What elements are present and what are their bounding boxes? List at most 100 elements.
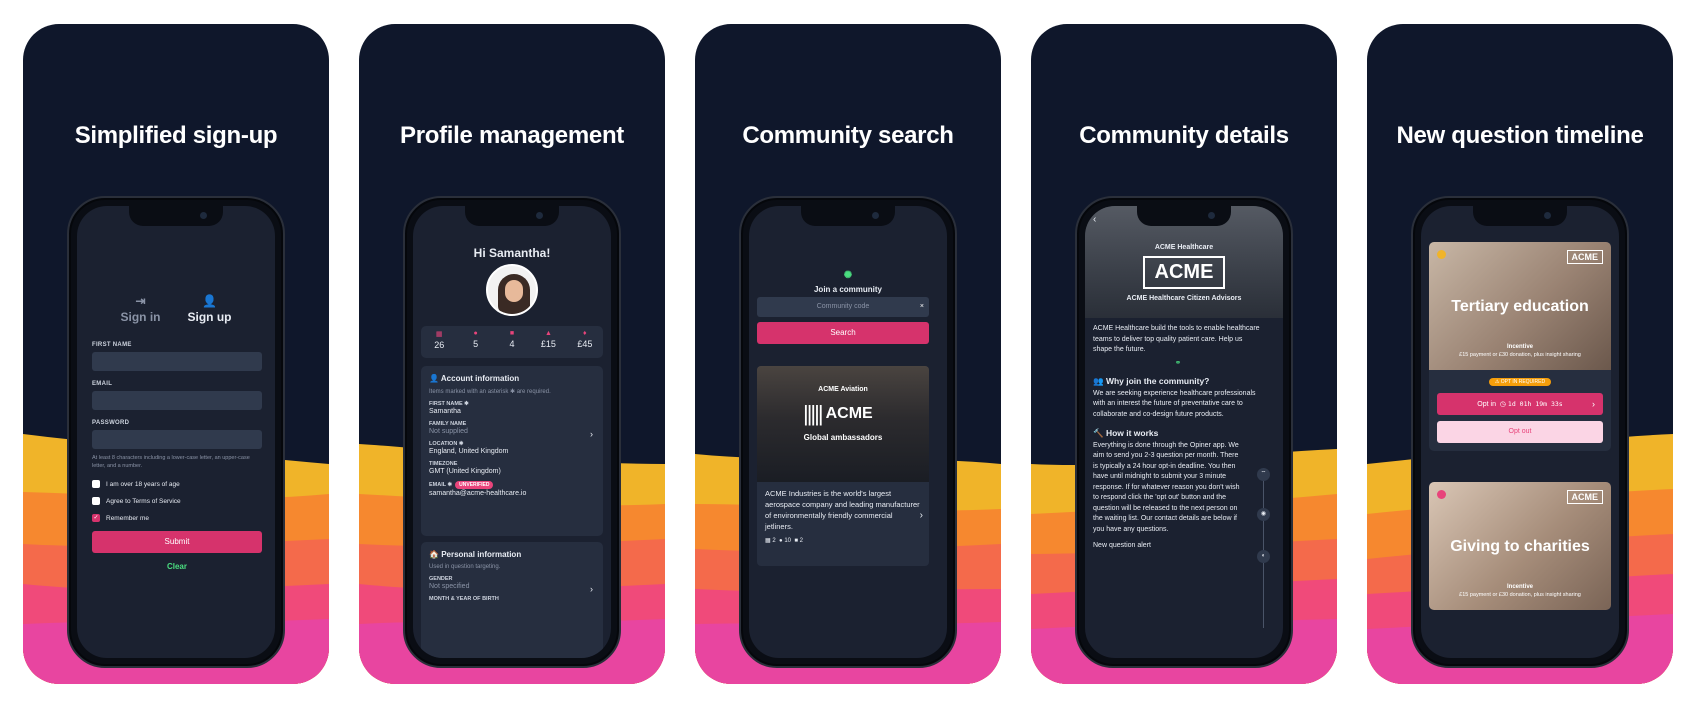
community-card[interactable]: ACME Aviation ||||| ACME Global ambassad… [757,366,929,566]
phone-frame: ✺ Join a community Community code × Search… [739,196,957,668]
panel-title: New question timeline [1396,122,1644,149]
question-card-image: ACME Tertiary education Incentive £15 pa… [1429,242,1611,370]
incentive-label: Incentive [1506,584,1533,590]
back-icon[interactable]: ‹ [1093,214,1096,225]
phone-notch [801,206,895,226]
avatar[interactable] [486,264,538,316]
question-card-image: ACME Giving to charities Incentive £15 p… [1429,482,1611,610]
link-icon[interactable]: ⚭ [1093,358,1263,369]
chevron-right-icon: › [919,510,923,521]
join-community-heading: ✺ Join a community [749,270,947,294]
panel-title: Profile management [400,122,624,149]
phone-notch [129,206,223,226]
status-dot [1437,490,1446,499]
phone-frame: ⇥ Sign in 👤 Sign up FIRST NAME EMAIL PAS… [67,196,285,668]
chevron-right-icon: › [590,429,593,439]
password-field[interactable] [92,430,262,449]
handshake-icon: ✺ [843,270,853,281]
birth-item: MONTH & YEAR OF BIRTH [429,596,499,602]
terms-checkbox-row[interactable]: Agree to Terms of Service [92,497,262,505]
phone-screen: ⇥ Sign in 👤 Sign up FIRST NAME EMAIL PAS… [77,206,275,658]
gender-item[interactable]: GENDER Not specified › [429,576,595,594]
remember-checkbox-label: Remember me [106,514,149,522]
wifi-icon: ⌔ [1257,468,1270,481]
community-card-image: ACME Aviation ||||| ACME Global ambassad… [757,366,929,482]
account-information-panel: 👤 Account information Items marked with … [421,366,603,536]
email-item: EMAIL ✱ UNVERIFIED samantha@acme-healthcar… [429,481,527,497]
next-section: New question alert [1093,542,1151,549]
wallet-icon: ▲ [544,330,552,337]
chevron-right-icon: › [1592,399,1595,409]
phone-notch [1137,206,1231,226]
panel-signup: Simplified sign-up ⇥ Sign in 👤 Sign up F… [23,24,329,684]
password-label: PASSWORD [92,420,130,426]
personal-heading: 🏠 Personal information [429,550,522,559]
email-label: EMAIL [92,381,113,387]
video-icon: ■ [509,330,515,337]
stat-calendar: ▦ 26 [421,326,457,358]
terms-checkbox[interactable] [92,497,100,505]
acme-logo: ||||| ACME [803,401,873,426]
password-hint: At least 8 characters including a lower-… [92,455,250,469]
microphone-icon: ◐ [1257,550,1270,563]
clock-icon: ◷ [1499,401,1506,408]
chevron-right-icon: › [590,584,593,594]
opt-out-button[interactable]: Opt out [1437,421,1603,443]
tab-sign-up[interactable]: 👤 Sign up [188,294,232,324]
stat-video: ■ 4 [494,326,530,358]
profile-stats: ▦ 26 ● 5 ■ 4 ▲ £15 ♦ £45 [421,326,603,358]
phone-frame: ACME Tertiary education Incentive £15 pa… [1411,196,1629,668]
gift-icon: ♦ [583,330,587,337]
bars-icon: ||||| [803,401,824,426]
remember-checkbox-row[interactable]: ✓ Remember me [92,514,262,522]
search-button[interactable]: Search [757,322,929,344]
sign-in-icon: ⇥ [135,294,146,308]
phone-frame: ‹ ACME Healthcare ACME ACME Healthcare C… [1075,196,1293,668]
calendar-icon: ▦ [435,331,443,338]
panel-title: Simplified sign-up [74,122,278,149]
profile-greeting: Hi Samantha! [473,246,551,260]
terms-checkbox-label: Agree to Terms of Service [106,497,181,505]
comment-icon: ● [473,330,478,337]
panel-profile: Profile management Hi Samantha! ▦ 26 ● 5 ■… [359,24,665,684]
acme-logo: ACME [1142,256,1226,289]
panel-community-search: Community search ✺ Join a community Commu… [695,24,1001,684]
why-text: We are seeking experience healthcare pro… [1093,389,1256,418]
community-stats: ▦ 2 ● 10 ■ 2 [765,538,803,544]
first-name-item: FIRST NAME ✱ Samantha [429,401,469,415]
community-name: Global ambassadors [803,433,883,442]
incentive-text: £15 payment or £30 donation, plus insigh… [1459,352,1581,358]
signup-form: FIRST NAME EMAIL PASSWORD At least 8 cha… [92,342,262,571]
question-card[interactable]: ACME Tertiary education Incentive £15 pa… [1429,242,1611,451]
unverified-badge: UNVERIFIED [455,481,494,489]
why-heading: 👥 Why join the community? [1093,376,1210,386]
how-heading: 🔨 How it works [1093,428,1159,438]
phone-screen: ACME Tertiary education Incentive £15 pa… [1421,206,1619,658]
first-name-field[interactable] [92,352,262,371]
community-code-input[interactable]: Community code × [757,297,929,317]
submit-button[interactable]: Submit [92,531,262,553]
community-intro: ACME Healthcare build the tools to enabl… [1093,325,1260,353]
tab-sign-in[interactable]: ⇥ Sign in [121,294,161,324]
phone-screen: ‹ ACME Healthcare ACME ACME Healthcare C… [1085,206,1283,658]
panel-title: Community details [1079,122,1289,149]
question-card[interactable]: ACME Giving to charities Incentive £15 p… [1429,482,1611,610]
incentive-text: £15 payment or £30 donation, plus insigh… [1459,592,1581,598]
remember-checkbox[interactable]: ✓ [92,514,100,522]
age-checkbox-row[interactable]: I am over 18 years of age [92,480,262,488]
account-heading: 👤 Account information [429,374,520,383]
opt-in-button[interactable]: Opt in ◷ 1d 01h 19m 33s › [1437,393,1603,415]
phone-screen: Hi Samantha! ▦ 26 ● 5 ■ 4 ▲ £15 ♦ £45 👤 Accou… [413,206,611,658]
phone-frame: Hi Samantha! ▦ 26 ● 5 ■ 4 ▲ £15 ♦ £45 👤 Accou… [403,196,621,668]
panel-question-timeline: New question timeline ACME Tertiary educ… [1367,24,1673,684]
family-name-item[interactable]: FAMILY NAME Not supplied › [429,421,595,439]
community-name: ACME Healthcare Citizen Advisors [1126,295,1242,302]
age-checkbox[interactable] [92,480,100,488]
location-item: LOCATION ✱ England, United Kingdom [429,441,509,455]
acme-logo: ACME [1566,250,1603,264]
phone-notch [1473,206,1567,226]
email-field[interactable] [92,391,262,410]
tab-sign-up-label: Sign up [187,310,232,324]
clear-link[interactable]: Clear [92,562,262,571]
clear-icon[interactable]: × [920,297,924,317]
